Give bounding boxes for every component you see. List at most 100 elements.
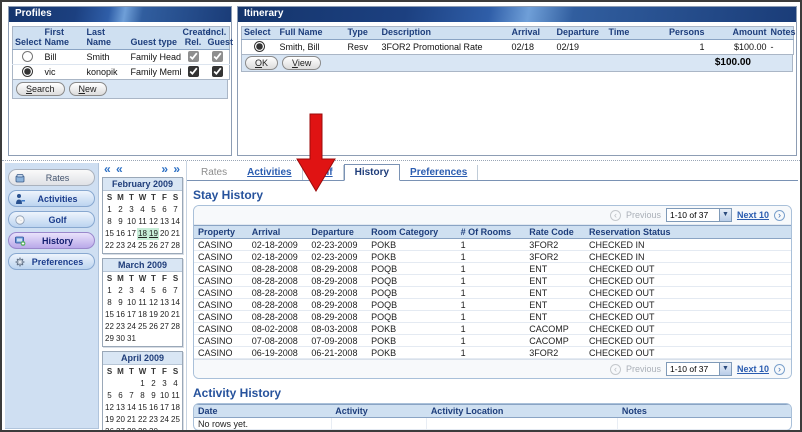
- tab-rates[interactable]: Rates: [191, 165, 237, 180]
- calendar-day[interactable]: 12: [104, 402, 115, 414]
- page-range-select[interactable]: 1-10 of 37 ▼: [666, 208, 732, 222]
- profile-select-radio[interactable]: [22, 66, 33, 77]
- calendar-day[interactable]: 8: [104, 216, 115, 228]
- calendar-day[interactable]: 4: [137, 285, 148, 297]
- calendar-day[interactable]: 26: [104, 426, 115, 432]
- create-rel-checkbox[interactable]: [188, 66, 199, 77]
- calendar-day[interactable]: 23: [115, 240, 126, 252]
- calendar-day[interactable]: 8: [137, 390, 148, 402]
- calendar-day[interactable]: 25: [137, 321, 148, 333]
- calendar-day[interactable]: 7: [126, 390, 137, 402]
- calendar-day[interactable]: 13: [159, 216, 170, 228]
- calendar-day[interactable]: 7: [170, 285, 181, 297]
- calendar-day[interactable]: 4: [137, 204, 148, 216]
- calendar-day[interactable]: 17: [126, 309, 137, 321]
- calendar-day[interactable]: 11: [137, 216, 148, 228]
- calendar-day[interactable]: 10: [126, 297, 137, 309]
- calendar-day[interactable]: 12: [148, 297, 159, 309]
- calendar-day[interactable]: 22: [104, 321, 115, 333]
- calendar-day[interactable]: 22: [137, 414, 148, 426]
- calendar-day[interactable]: 2: [148, 378, 159, 390]
- calendar-day[interactable]: 17: [159, 402, 170, 414]
- calendar-day[interactable]: 19: [148, 228, 159, 240]
- calendar-day[interactable]: 21: [126, 414, 137, 426]
- calendar-day[interactable]: 31: [126, 333, 137, 345]
- next-page-link[interactable]: Next 10: [737, 210, 769, 220]
- calendar-day[interactable]: 10: [126, 216, 137, 228]
- calendar-day[interactable]: 16: [115, 228, 126, 240]
- calendar-day[interactable]: 7: [170, 204, 181, 216]
- calendar-day[interactable]: 27: [159, 321, 170, 333]
- calendar-day[interactable]: 24: [159, 414, 170, 426]
- calendar-day[interactable]: 1: [104, 204, 115, 216]
- calendar-day[interactable]: 20: [159, 309, 170, 321]
- calendar-day[interactable]: 20: [115, 414, 126, 426]
- calendar-day[interactable]: 16: [148, 402, 159, 414]
- calendar-day[interactable]: 30: [115, 333, 126, 345]
- itinerary-select-radio[interactable]: [254, 41, 265, 52]
- calendar-day[interactable]: 16: [115, 309, 126, 321]
- calendar-day[interactable]: 27: [159, 240, 170, 252]
- calendar-day[interactable]: 28: [170, 240, 181, 252]
- calendar-day[interactable]: 13: [159, 297, 170, 309]
- calendar-day[interactable]: 20: [159, 228, 170, 240]
- tab-activities[interactable]: Activities: [237, 165, 302, 180]
- calendar-day[interactable]: 23: [148, 414, 159, 426]
- next-page-icon[interactable]: ›: [774, 210, 785, 221]
- calendar-day[interactable]: 6: [159, 204, 170, 216]
- calendar-day[interactable]: 2: [115, 285, 126, 297]
- sidebar-item-activities[interactable]: Activities: [8, 190, 95, 207]
- select-dropdown-icon[interactable]: ▼: [719, 363, 731, 375]
- calendar-day[interactable]: 26: [148, 240, 159, 252]
- profile-select-radio[interactable]: [22, 51, 33, 62]
- calendar-day[interactable]: 8: [104, 297, 115, 309]
- calendar-prev-button[interactable]: « «: [104, 163, 124, 177]
- sidebar-item-golf[interactable]: Golf: [8, 211, 95, 228]
- calendar-day[interactable]: 14: [126, 402, 137, 414]
- calendar-day[interactable]: 11: [170, 390, 181, 402]
- calendar-day[interactable]: 24: [126, 240, 137, 252]
- calendar-day[interactable]: 21: [170, 309, 181, 321]
- sidebar-item-history[interactable]: History: [8, 232, 95, 249]
- calendar-day[interactable]: 14: [170, 297, 181, 309]
- create-rel-checkbox[interactable]: [188, 51, 199, 62]
- page-range-select[interactable]: 1-10 of 37 ▼: [666, 362, 732, 376]
- next-page-link[interactable]: Next 10: [737, 364, 769, 374]
- calendar-day[interactable]: 6: [159, 285, 170, 297]
- calendar-day[interactable]: 27: [115, 426, 126, 432]
- calendar-day[interactable]: 14: [170, 216, 181, 228]
- calendar-day[interactable]: 30: [148, 426, 159, 432]
- calendar-day[interactable]: 4: [170, 378, 181, 390]
- calendar-day[interactable]: 25: [170, 414, 181, 426]
- calendar-day[interactable]: 28: [170, 321, 181, 333]
- calendar-day[interactable]: 10: [159, 390, 170, 402]
- calendar-day[interactable]: 11: [137, 297, 148, 309]
- view-button[interactable]: View: [282, 56, 321, 70]
- calendar-day[interactable]: 9: [115, 297, 126, 309]
- calendar-day[interactable]: 19: [148, 309, 159, 321]
- calendar-day[interactable]: 15: [104, 228, 115, 240]
- calendar-day[interactable]: 9: [148, 390, 159, 402]
- calendar-day[interactable]: 21: [170, 228, 181, 240]
- sidebar-item-rates[interactable]: Rates: [8, 169, 95, 186]
- calendar-day[interactable]: 3: [159, 378, 170, 390]
- calendar-day[interactable]: 1: [104, 285, 115, 297]
- calendar-next-button[interactable]: » »: [161, 163, 181, 177]
- incl-guest-checkbox[interactable]: [212, 66, 223, 77]
- calendar-day[interactable]: 2: [115, 204, 126, 216]
- calendar-day[interactable]: 18: [137, 228, 148, 240]
- sidebar-item-preferences[interactable]: Preferences: [8, 253, 95, 270]
- next-page-icon[interactable]: ›: [774, 364, 785, 375]
- incl-guest-checkbox[interactable]: [212, 51, 223, 62]
- calendar-day[interactable]: 5: [104, 390, 115, 402]
- calendar-day[interactable]: 9: [115, 216, 126, 228]
- calendar-day[interactable]: 12: [148, 216, 159, 228]
- calendar-day[interactable]: 3: [126, 285, 137, 297]
- calendar-day[interactable]: 15: [137, 402, 148, 414]
- calendar-day[interactable]: 29: [137, 426, 148, 432]
- tab-preferences[interactable]: Preferences: [400, 165, 478, 180]
- calendar-day[interactable]: 19: [104, 414, 115, 426]
- calendar-day[interactable]: 5: [148, 204, 159, 216]
- calendar-day[interactable]: 24: [126, 321, 137, 333]
- calendar-day[interactable]: 18: [137, 309, 148, 321]
